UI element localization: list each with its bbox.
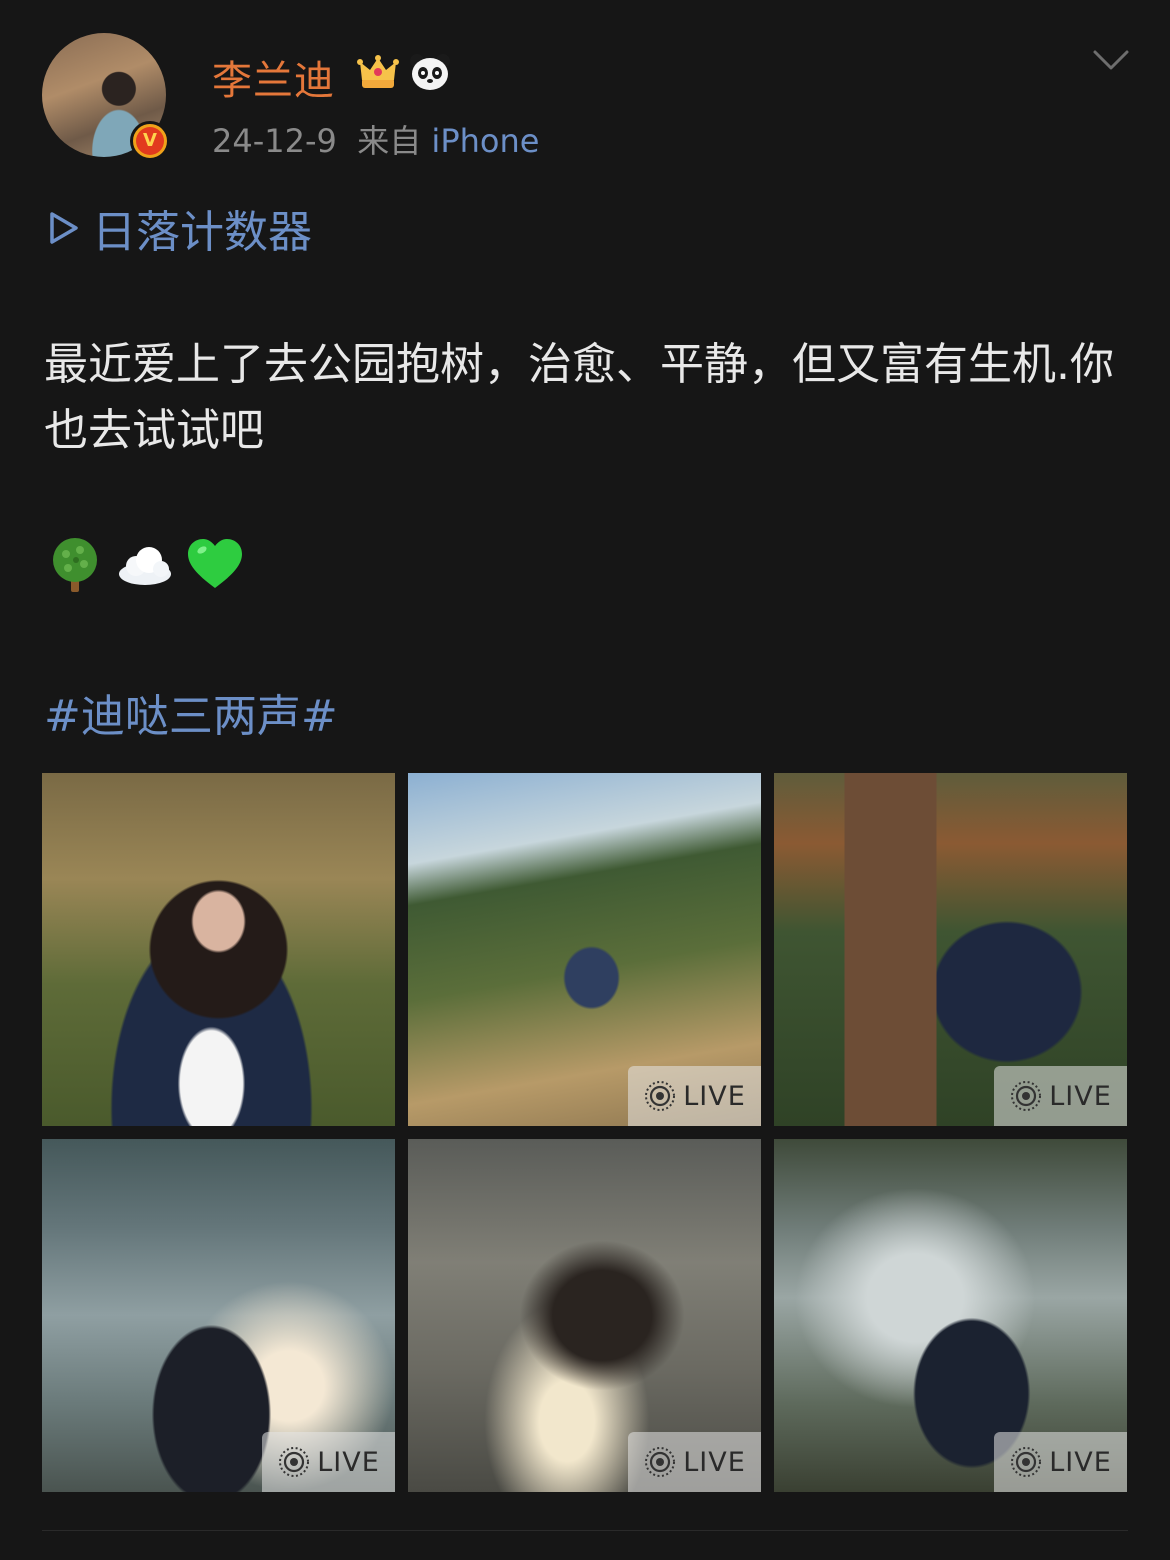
verified-badge: V: [130, 121, 170, 161]
photo-4[interactable]: LIVE: [42, 1139, 395, 1492]
play-icon: [50, 212, 78, 244]
live-badge: LIVE: [628, 1066, 761, 1126]
crown-icon[interactable]: [356, 52, 400, 92]
emoji-row: [46, 536, 244, 594]
playlist-link[interactable]: 日落计数器: [48, 196, 312, 260]
chevron-down-icon[interactable]: [1092, 48, 1130, 72]
username[interactable]: 李兰迪: [212, 48, 335, 106]
hashtag-link[interactable]: #迪哒三两声#: [44, 680, 338, 744]
panda-icon[interactable]: [408, 52, 452, 92]
green-heart-icon: [188, 539, 242, 588]
verified-icon: V: [136, 127, 164, 155]
photo-5[interactable]: LIVE: [408, 1139, 761, 1492]
live-photo-icon: [645, 1081, 676, 1111]
live-badge: LIVE: [628, 1432, 761, 1492]
photo-1[interactable]: [42, 773, 395, 1126]
timestamp: 24-12-9: [212, 122, 337, 160]
live-label: LIVE: [683, 1080, 746, 1112]
live-label: LIVE: [1049, 1446, 1112, 1478]
live-badge: LIVE: [262, 1432, 395, 1492]
source-device[interactable]: iPhone: [431, 122, 539, 160]
live-photo-icon: [1011, 1447, 1042, 1477]
live-photo-icon: [1011, 1081, 1042, 1111]
source-prefix: 来自: [357, 122, 422, 160]
post-meta: 24-12-9 来自 iPhone: [212, 116, 539, 162]
photo-6[interactable]: LIVE: [774, 1139, 1127, 1492]
live-label: LIVE: [683, 1446, 746, 1478]
live-badge: LIVE: [994, 1432, 1127, 1492]
photo-grid: LIVE LIVE LIVE LIVE LIVE: [42, 773, 1127, 1492]
post-text: 最近爱上了去公园抱树，治愈、平静，但又富有生机.你也去试试吧: [44, 339, 1114, 456]
avatar[interactable]: V: [42, 33, 170, 161]
photo-3[interactable]: LIVE: [774, 773, 1127, 1126]
live-label: LIVE: [1049, 1080, 1112, 1112]
cloud-icon: [119, 547, 171, 585]
weibo-post: V 李兰迪 24-12-9 来自 iPhone 日落计数器 最近爱上了去公园抱树…: [0, 0, 1170, 1560]
photo-2[interactable]: LIVE: [408, 773, 761, 1126]
live-badge: LIVE: [994, 1066, 1127, 1126]
live-photo-icon: [279, 1447, 310, 1477]
live-photo-icon: [645, 1447, 676, 1477]
live-label: LIVE: [317, 1446, 380, 1478]
tree-icon: [53, 538, 97, 592]
playlist-label: 日落计数器: [92, 207, 312, 258]
divider: [42, 1530, 1128, 1531]
